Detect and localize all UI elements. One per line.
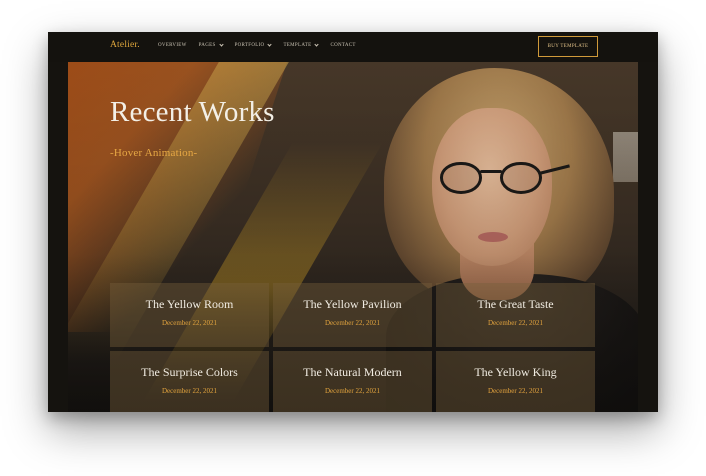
nav-item-label: CONTACT bbox=[330, 43, 356, 48]
chevron-down-icon bbox=[267, 42, 273, 47]
work-card-title[interactable]: The Natural Modern bbox=[273, 365, 432, 380]
work-card-title[interactable]: The Great Taste bbox=[436, 297, 595, 312]
nav-item-portfolio[interactable]: PORTFOLIO bbox=[234, 42, 273, 48]
nav-item-contact[interactable]: CONTACT bbox=[330, 43, 355, 48]
nav-item-label: PORTFOLIO bbox=[234, 43, 265, 48]
site-header: Atelier. OVERVIEW PAGES PORTFOLIO TEMPLA… bbox=[48, 32, 658, 62]
work-card[interactable]: The Surprise Colors December 22, 2021 bbox=[110, 351, 269, 412]
page-title: Recent Works bbox=[110, 96, 275, 128]
nav-item-overview[interactable]: OVERVIEW bbox=[158, 43, 187, 48]
work-card-date: December 22, 2021 bbox=[324, 319, 380, 327]
work-card-date: December 22, 2021 bbox=[161, 319, 217, 327]
main-nav: OVERVIEW PAGES PORTFOLIO TEMPLATE CONTAC… bbox=[158, 42, 356, 48]
work-card-date: December 22, 2021 bbox=[324, 387, 380, 395]
nav-item-label: TEMPLATE bbox=[283, 43, 312, 48]
nav-item-label: OVERVIEW bbox=[158, 43, 187, 48]
page-subtitle: -Hover Animation- bbox=[110, 147, 198, 159]
work-card-title[interactable]: The Yellow Pavilion bbox=[273, 297, 432, 312]
nav-item-template[interactable]: TEMPLATE bbox=[283, 42, 320, 48]
work-card-title[interactable]: The Yellow Room bbox=[110, 297, 269, 312]
work-card-date: December 22, 2021 bbox=[487, 319, 543, 327]
chevron-down-icon bbox=[218, 42, 224, 47]
work-card[interactable]: The Yellow Room December 22, 2021 bbox=[110, 283, 269, 347]
nav-item-pages[interactable]: PAGES bbox=[198, 42, 224, 48]
chevron-down-icon bbox=[314, 42, 320, 47]
buy-template-button[interactable]: BUY TEMPLATE bbox=[538, 36, 598, 57]
site-logo[interactable]: Atelier. bbox=[110, 40, 140, 50]
work-card-date: December 22, 2021 bbox=[487, 387, 543, 395]
browser-page: Atelier. OVERVIEW PAGES PORTFOLIO TEMPLA… bbox=[48, 32, 658, 412]
work-card[interactable]: The Natural Modern December 22, 2021 bbox=[273, 351, 432, 412]
work-card-title[interactable]: The Yellow King bbox=[436, 365, 595, 380]
nav-item-label: PAGES bbox=[198, 43, 216, 48]
hero-section: Recent Works -Hover Animation- The Yello… bbox=[68, 62, 638, 412]
work-card[interactable]: The Yellow King December 22, 2021 bbox=[436, 351, 595, 412]
work-card[interactable]: The Yellow Pavilion December 22, 2021 bbox=[273, 283, 432, 347]
work-card[interactable]: The Great Taste December 22, 2021 bbox=[436, 283, 595, 347]
work-card-title[interactable]: The Surprise Colors bbox=[110, 365, 269, 380]
work-card-date: December 22, 2021 bbox=[161, 387, 217, 395]
